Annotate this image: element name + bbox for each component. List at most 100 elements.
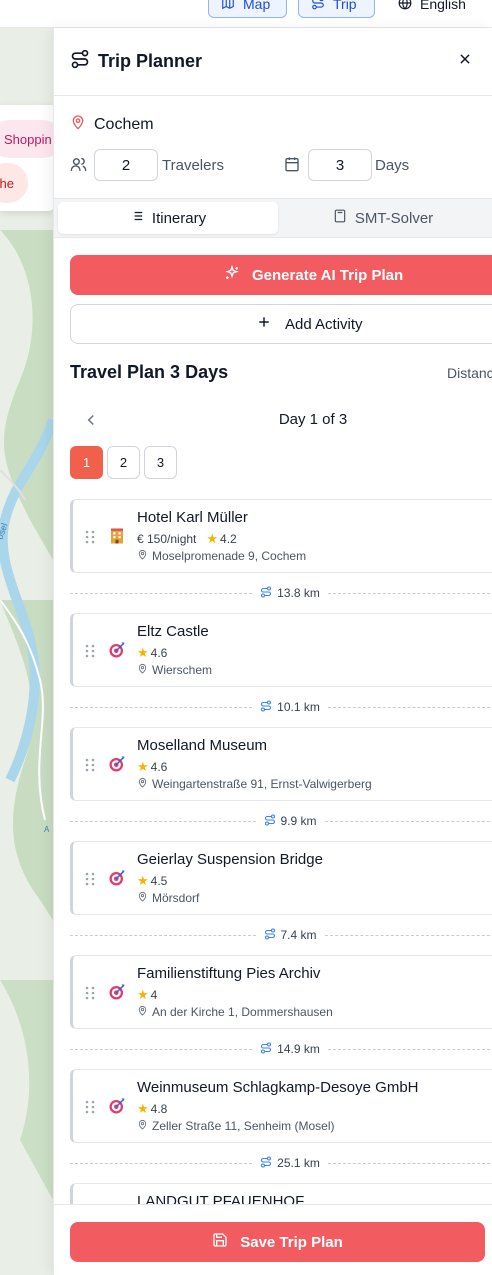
plus-icon — [257, 315, 271, 333]
stop-price: € 150/night — [137, 532, 197, 546]
grip-vertical-icon[interactable] — [85, 758, 95, 777]
stop-meta: ★ 4.8 — [137, 1101, 167, 1117]
tab-smt-solver[interactable]: SMT-Solver — [278, 202, 488, 234]
destination-row[interactable]: Cochem — [70, 114, 154, 135]
distance-separator: 25.1 km — [70, 1143, 492, 1183]
trip-planner-panel: Trip Planner Cochem 2 Travelers 3 Days I — [53, 28, 492, 1275]
stop-address: Wierschem — [137, 663, 212, 677]
map-view-button[interactable]: Map — [208, 0, 287, 18]
stop-rating: 4 — [150, 988, 158, 1002]
day-selector: 1 2 3 — [70, 446, 177, 479]
stop-name: Geierlay Suspension Bridge — [137, 851, 323, 868]
globe-icon — [398, 0, 412, 13]
stop-rating: 4.5 — [150, 874, 168, 888]
filter-chip-other-label: he — [0, 175, 14, 191]
travelers-input[interactable]: 2 — [94, 149, 158, 181]
save-icon — [212, 1232, 228, 1252]
stop-address: Weingartenstraße 91, Ernst-Valwigerberg — [137, 777, 372, 791]
tab-itinerary[interactable]: Itinerary — [58, 202, 278, 234]
itinerary-item[interactable]: Geierlay Suspension Bridge ★ 4.5 Mörsdorf — [70, 841, 492, 915]
tab-smt-solver-label: SMT-Solver — [354, 209, 434, 227]
generate-ai-plan-button[interactable]: Generate AI Trip Plan — [70, 255, 492, 295]
star-icon: ★ — [137, 873, 149, 888]
stop-meta: ★ 4.6 — [137, 759, 167, 775]
stop-rating: 4.2 — [220, 532, 237, 546]
generate-ai-plan-label: Generate AI Trip Plan — [252, 266, 404, 284]
star-icon: ★ — [137, 1101, 149, 1116]
stop-name: Eltz Castle — [137, 623, 209, 640]
grip-vertical-icon[interactable] — [85, 986, 95, 1005]
svg-text:A: A — [44, 825, 50, 834]
itinerary-item[interactable]: Familienstiftung Pies Archiv ★ 4 An der K… — [70, 955, 492, 1029]
stop-name: Hotel Karl Müller — [137, 509, 248, 526]
distance-value: 14.9 km — [277, 1042, 320, 1056]
stop-address-text: Moselpromenade 9, Cochem — [152, 549, 307, 563]
add-activity-button[interactable]: Add Activity — [70, 304, 492, 344]
itinerary-item[interactable]: Hotel Karl Müller € 150/night ★ 4.2 Mosel… — [70, 499, 492, 573]
itinerary-scroll-area[interactable]: Generate AI Trip Plan Add Activity Trave… — [54, 239, 492, 1204]
itinerary-item[interactable]: Eltz Castle ★ 4.6 Wierschem — [70, 613, 492, 687]
grip-vertical-icon[interactable] — [85, 530, 95, 549]
itinerary-item[interactable]: Weinmuseum Schlagkamp-Desoye GmbH ★ 4.8 Z… — [70, 1069, 492, 1143]
distance-separator: 14.9 km — [70, 1029, 492, 1069]
distance-value: 9.9 km — [280, 814, 317, 828]
stop-name: Moselland Museum — [137, 737, 268, 754]
app-header: Map Trip English — [0, 0, 492, 28]
travelers-label: Travelers — [162, 157, 224, 174]
distance-separator: 9.9 km — [70, 801, 492, 841]
filter-chip-shopping[interactable]: Shoppin — [0, 120, 56, 158]
map-pin-icon — [137, 549, 148, 563]
stop-address: Moselpromenade 9, Cochem — [137, 549, 306, 563]
panel-title: Trip Planner — [98, 51, 203, 71]
days-label: Days — [375, 157, 410, 174]
trip-parameters: 2 Travelers 3 Days — [70, 149, 480, 181]
distance-value: 25.1 km — [277, 1156, 320, 1170]
add-activity-label: Add Activity — [285, 315, 363, 333]
filter-chip-shopping-label: Shoppin — [4, 131, 52, 147]
stop-address-text: Wierschem — [152, 663, 213, 677]
day-pill-3[interactable]: 3 — [144, 446, 177, 479]
grip-vertical-icon[interactable] — [85, 644, 95, 663]
route-icon — [264, 813, 276, 829]
hotel-icon — [107, 526, 127, 546]
star-icon: ★ — [206, 531, 219, 546]
day-pill-1[interactable]: 1 — [70, 446, 103, 479]
stop-address-text: An der Kirche 1, Dommershausen — [152, 1005, 333, 1019]
itinerary-item[interactable]: Moselland Museum ★ 4.6 Weingartenstraße 9… — [70, 727, 492, 801]
route-icon — [70, 49, 90, 74]
stop-meta: ★ 4.5 — [137, 873, 167, 889]
stop-address: Mörsdorf — [137, 891, 199, 905]
day-pill-2[interactable]: 2 — [107, 446, 140, 479]
list-icon — [130, 209, 144, 227]
distance-separator: 13.8 km — [70, 573, 492, 613]
trip-view-label: Trip — [333, 0, 357, 12]
language-selector[interactable]: English — [398, 0, 466, 18]
route-icon — [264, 927, 276, 943]
grip-vertical-icon[interactable] — [85, 872, 95, 891]
distance-value: 10.1 km — [277, 700, 320, 714]
panel-header: Trip Planner — [54, 28, 492, 96]
users-icon — [70, 156, 87, 178]
stop-rating: 4.6 — [150, 646, 168, 660]
save-trip-plan-button[interactable]: Save Trip Plan — [70, 1222, 485, 1262]
stop-rating: 4.6 — [150, 760, 168, 774]
total-distance-label: Distanc — [447, 365, 492, 381]
star-icon: ★ — [137, 987, 149, 1002]
target-icon — [107, 1096, 127, 1116]
stop-address: An der Kirche 1, Dommershausen — [137, 1005, 333, 1019]
stop-address-text: Weingartenstraße 91, Ernst-Valwigerberg — [152, 777, 372, 791]
grip-vertical-icon[interactable] — [85, 1100, 95, 1119]
itinerary-item[interactable]: LANDGUT PFAUENHOF — [70, 1183, 492, 1204]
days-input[interactable]: 3 — [308, 149, 372, 181]
target-icon — [107, 982, 127, 1002]
stop-address-text: Zeller Straße 11, Senheim (Mosel) — [152, 1119, 335, 1133]
destination-name: Cochem — [94, 115, 154, 133]
stop-rating: 4.8 — [150, 1102, 168, 1116]
filter-chip-other[interactable]: he — [0, 163, 28, 203]
close-button[interactable] — [454, 50, 476, 72]
stop-name: Familienstiftung Pies Archiv — [137, 965, 321, 982]
trip-view-button[interactable]: Trip — [298, 0, 375, 18]
map-view-label: Map — [243, 0, 271, 12]
route-icon — [260, 1041, 272, 1057]
distance-value: 7.4 km — [280, 928, 317, 942]
